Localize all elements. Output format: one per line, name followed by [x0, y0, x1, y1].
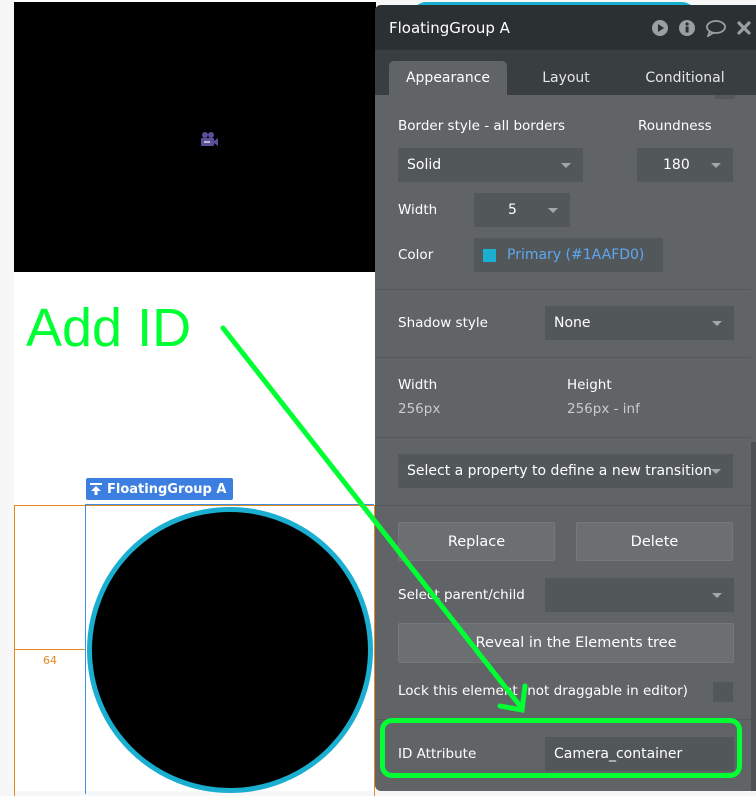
lock-element-checkbox[interactable] [713, 682, 733, 702]
chevron-down-icon [561, 163, 571, 168]
transition-placeholder: Select a property to define a new transi… [407, 463, 712, 479]
roundness-label: Roundness [638, 118, 712, 134]
section-divider [375, 289, 751, 290]
chevron-down-icon [712, 593, 722, 598]
property-editor-panel: FloatingGroup A Appearance Layout Condit… [375, 5, 756, 791]
roundness-value: 180 [663, 157, 690, 173]
tab-conditional[interactable]: Conditional [633, 61, 737, 95]
border-style-value: Solid [407, 157, 442, 173]
id-attribute-label: ID Attribute [398, 746, 477, 762]
replace-button[interactable]: Replace [398, 522, 555, 561]
border-style-dropdown[interactable]: Solid [398, 148, 583, 182]
comment-icon[interactable] [705, 19, 727, 37]
distance-label: 64 [43, 654, 57, 667]
tab-appearance[interactable]: Appearance [389, 61, 507, 95]
panel-header: FloatingGroup A [375, 5, 756, 50]
select-parent-dropdown[interactable] [545, 578, 734, 612]
distance-guide [14, 505, 86, 796]
video-camera-icon [201, 132, 218, 146]
border-color-picker[interactable]: Primary (#1AAFD0) [474, 238, 663, 272]
id-attribute-input[interactable]: Camera_container [545, 737, 734, 771]
border-width-dropdown[interactable]: 5 [474, 193, 570, 227]
selection-outline-top [85, 504, 374, 505]
lock-element-label: Lock this element (not draggable in edit… [398, 683, 688, 699]
chevron-down-icon [711, 163, 721, 168]
close-icon[interactable] [736, 20, 752, 36]
transition-dropdown[interactable]: Select a property to define a new transi… [398, 454, 733, 488]
height-label: Height [567, 377, 612, 393]
tab-layout[interactable]: Layout [525, 61, 607, 95]
border-color-label: Color [398, 247, 434, 263]
color-swatch [483, 248, 496, 262]
info-icon[interactable] [678, 19, 696, 37]
shadow-style-label: Shadow style [398, 315, 488, 331]
section-divider [375, 437, 751, 438]
selection-outline-left [85, 504, 86, 794]
shadow-style-value: None [554, 315, 591, 331]
border-color-value: Primary (#1AAFD0) [507, 247, 645, 263]
chevron-down-icon [548, 208, 558, 213]
width-label: Width [398, 377, 438, 393]
border-width-label: Width [398, 202, 438, 218]
selected-element-tag[interactable]: FloatingGroup A [86, 478, 234, 500]
shadow-style-dropdown[interactable]: None [545, 306, 734, 340]
section-divider [375, 505, 751, 506]
delete-button[interactable]: Delete [576, 522, 733, 561]
roundness-dropdown[interactable]: 180 [637, 148, 733, 182]
border-style-label: Border style - all borders [398, 118, 566, 134]
tab-bar: Appearance Layout Conditional [375, 50, 756, 95]
height-value: 256px - inf [567, 401, 640, 417]
reveal-in-tree-button[interactable]: Reveal in the Elements tree [398, 623, 734, 663]
video-element[interactable] [14, 2, 376, 272]
section-divider [375, 357, 751, 358]
id-attribute-value: Camera_container [554, 746, 683, 762]
section-divider [375, 719, 751, 720]
play-icon[interactable] [651, 19, 669, 37]
annotation-text: Add ID [26, 298, 192, 358]
selected-element-name: FloatingGroup A [107, 481, 227, 497]
float-top-icon [90, 483, 102, 495]
chevron-down-icon [712, 321, 722, 326]
panel-title: FloatingGroup A [389, 18, 510, 37]
floating-group-circle[interactable] [87, 507, 373, 793]
border-width-value: 5 [508, 202, 517, 218]
panel-scrollbar[interactable] [751, 442, 756, 791]
select-parent-label: Select parent/child [398, 587, 525, 603]
scroll-indicator [715, 95, 735, 99]
distance-guide-line [14, 649, 85, 650]
chevron-down-icon [711, 469, 721, 474]
width-value: 256px [398, 401, 441, 417]
